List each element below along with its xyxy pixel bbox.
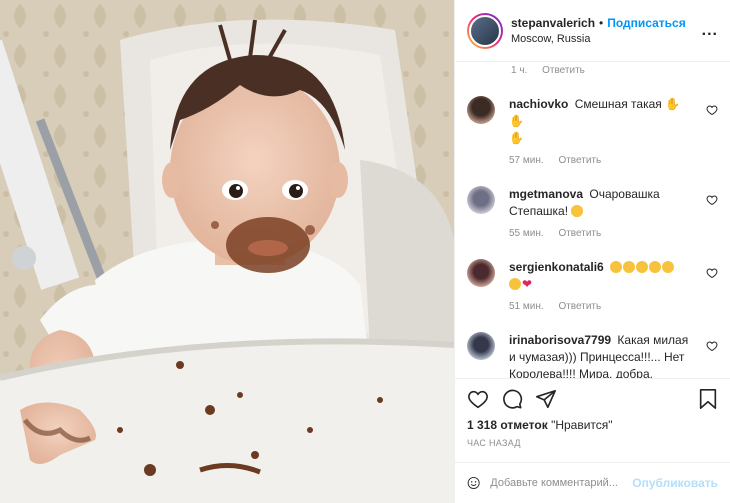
- heart-eyes-emoji-icon: [662, 261, 675, 273]
- comment-item: sergienkonatali6 ❤ 51 мин. Ответить: [467, 259, 718, 312]
- likes-count[interactable]: 1 318 отметок "Нравится": [467, 418, 613, 432]
- comment-username[interactable]: nachiovko: [509, 97, 568, 111]
- author-info: stepanvalerich • Подписаться Moscow, Rus…: [511, 16, 702, 45]
- publish-button[interactable]: Опубликовать: [632, 476, 718, 490]
- comment-time: 51 мин.: [509, 301, 544, 312]
- caption-reply-button[interactable]: Ответить: [542, 65, 585, 76]
- post-header: stepanvalerich • Подписаться Moscow, Rus…: [455, 0, 730, 62]
- post-timestamp: ЧАС НАЗАД: [467, 438, 521, 448]
- comment-time: 55 мин.: [509, 228, 544, 239]
- like-comment-heart-icon[interactable]: [706, 104, 718, 116]
- like-heart-icon[interactable]: [467, 388, 489, 410]
- save-bookmark-icon[interactable]: [698, 388, 718, 410]
- comment-input[interactable]: [490, 477, 633, 489]
- like-comment-heart-icon[interactable]: [706, 267, 718, 279]
- add-comment-bar: Опубликовать: [455, 462, 730, 503]
- thumbs-up-icon: ✋: [665, 97, 681, 111]
- thumbs-up-icon: ✋: [509, 131, 524, 145]
- author-username[interactable]: stepanvalerich: [511, 16, 595, 30]
- comment-time: 57 мин.: [509, 155, 544, 166]
- author-avatar[interactable]: [467, 12, 503, 49]
- follow-button[interactable]: Подписаться: [607, 16, 685, 30]
- red-heart-icon: ❤: [522, 277, 533, 291]
- comment-text: Смешная такая: [574, 97, 662, 111]
- post-photo[interactable]: [0, 0, 454, 503]
- emoji-smiley-icon[interactable]: [467, 473, 480, 493]
- commenter-avatar[interactable]: [467, 96, 495, 124]
- comment-reply-button[interactable]: Ответить: [558, 301, 601, 312]
- comment-item: nachiovko Смешная такая ✋ ✋ ✋ 57 мин. Отв…: [467, 96, 718, 166]
- commenter-avatar[interactable]: [467, 186, 495, 214]
- author-avatar-image: [469, 14, 501, 47]
- commenter-avatar[interactable]: [467, 332, 495, 360]
- caption-meta: 1 ч. Ответить: [467, 65, 718, 76]
- comment-item: mgetmanova Очаровашка Степашка! 55 мин. …: [467, 186, 718, 239]
- comment-bubble-icon[interactable]: [501, 388, 523, 410]
- more-options-icon[interactable]: ...: [702, 22, 718, 40]
- like-comment-heart-icon[interactable]: [706, 194, 718, 206]
- comment-item: irinaborisova7799 Какая милая и чумазая)…: [467, 332, 718, 378]
- post-actions: [455, 378, 730, 418]
- comment-username[interactable]: mgetmanova: [509, 187, 583, 201]
- share-paper-plane-icon[interactable]: [535, 388, 557, 410]
- baby-photo-illustration: [0, 0, 454, 503]
- heart-eyes-emoji-icon: [623, 261, 636, 273]
- post-side-panel: stepanvalerich • Подписаться Moscow, Rus…: [454, 0, 730, 503]
- heart-eyes-emoji-icon: [610, 261, 623, 273]
- comments-list[interactable]: 1 ч. Ответить nachiovko Смешная такая ✋ ✋…: [455, 62, 730, 378]
- post-location[interactable]: Moscow, Russia: [511, 33, 702, 45]
- comment-reply-button[interactable]: Ответить: [558, 228, 601, 239]
- instagram-post: stepanvalerich • Подписаться Moscow, Rus…: [0, 0, 730, 503]
- comment-reply-button[interactable]: Ответить: [558, 155, 601, 166]
- likes-number: 1 318 отметок: [467, 418, 548, 432]
- thumbs-up-icon: ✋: [509, 114, 524, 128]
- caption-time: 1 ч.: [511, 65, 528, 76]
- heart-eyes-emoji-icon: [509, 278, 521, 290]
- comment-username[interactable]: sergienkonatali6: [509, 260, 604, 274]
- like-comment-heart-icon[interactable]: [706, 340, 718, 352]
- likes-label: "Нравится": [551, 418, 613, 432]
- separator-dot: •: [599, 16, 604, 30]
- heart-eyes-emoji-icon: [636, 261, 649, 273]
- heart-eyes-emoji-icon: [571, 205, 584, 217]
- comment-username[interactable]: irinaborisova7799: [509, 333, 611, 347]
- heart-eyes-emoji-icon: [649, 261, 662, 273]
- commenter-avatar[interactable]: [467, 259, 495, 287]
